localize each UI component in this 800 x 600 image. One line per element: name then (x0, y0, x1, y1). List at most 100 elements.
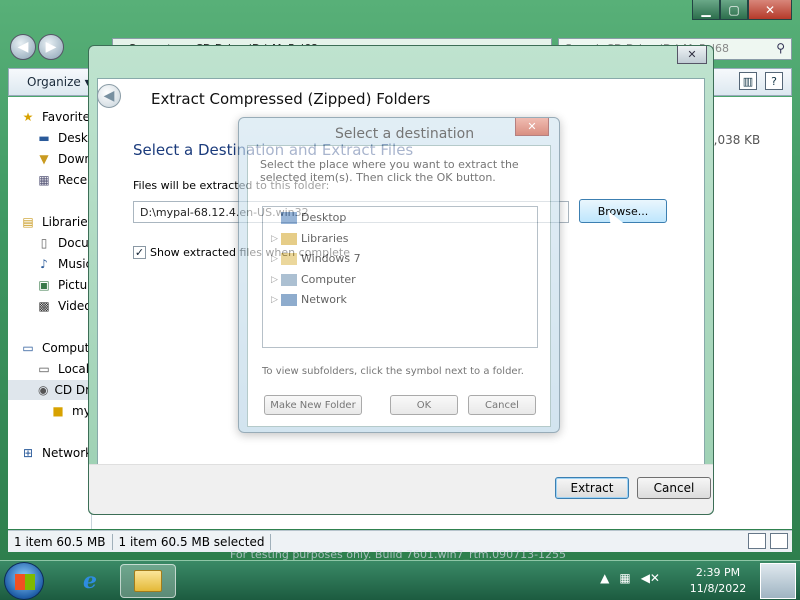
nav-local-disk[interactable]: ▭ Local Disk (C:) (36, 359, 91, 379)
back-arrow-icon: ◀ (103, 88, 115, 104)
nav-computer-label: Computer (42, 341, 91, 355)
nav-local-disk-label: Local Disk (C:) (58, 362, 91, 376)
show-desktop-button[interactable] (760, 563, 796, 599)
wizard-back-button[interactable]: ◀ (97, 84, 121, 108)
nav-cd-drive[interactable]: ◉ CD Drive (D:) (8, 380, 91, 400)
nav-videos[interactable]: ▩ Videos (36, 296, 91, 316)
system-tray: ▲ ▦ ◀✕ (600, 571, 660, 585)
large-icons-view-icon[interactable] (770, 533, 788, 549)
clock[interactable]: 2:39 PM 11/8/2022 (688, 565, 748, 597)
nav-music[interactable]: ♪ Music (36, 254, 92, 274)
downloads-icon: ▼ (39, 152, 49, 166)
desktop-icon (281, 211, 297, 224)
windows-logo-icon (15, 574, 35, 590)
nav-network[interactable]: ⊞ Network (20, 443, 91, 463)
expand-icon[interactable]: ▷ (271, 275, 281, 285)
libraries-icon (281, 232, 297, 245)
cancel-button[interactable]: Cancel (637, 477, 711, 499)
maximize-button[interactable]: ▢ (720, 0, 748, 20)
network-icon: ⊞ (22, 446, 34, 460)
documents-icon: ▯ (40, 236, 48, 250)
help-icon[interactable]: ? (765, 72, 783, 90)
close-button[interactable]: ✕ (748, 0, 792, 20)
tree-item-label: Windows 7 (301, 252, 361, 265)
explorer-taskbar-button[interactable] (120, 564, 176, 598)
clock-date: 11/8/2022 (689, 582, 747, 595)
tree-item[interactable]: ▷ Libraries (271, 232, 349, 245)
tree-item-label: Libraries (301, 232, 349, 245)
details-view-icon[interactable] (748, 533, 766, 549)
show-files-checkbox[interactable]: ✓ (133, 246, 146, 259)
volume-muted-icon[interactable]: ◀✕ (641, 571, 660, 585)
nav-libraries-label: Libraries (42, 215, 92, 229)
nav-music-label: Music (58, 257, 92, 271)
minimize-button[interactable]: ▁ (692, 0, 720, 20)
nav-pictures[interactable]: ▣ Pictures (36, 275, 92, 295)
back-button[interactable]: ◀ (10, 34, 36, 60)
nav-documents-label: Documents (58, 236, 91, 250)
window-caption-buttons: ▁ ▢ ✕ (692, 0, 792, 20)
extract-button[interactable]: Extract (555, 477, 629, 499)
nav-documents[interactable]: ▯ Documents (36, 233, 91, 253)
expand-icon[interactable]: ▷ (271, 295, 281, 305)
star-icon: ★ (22, 110, 34, 124)
file-size-cell: 2,038 KB (706, 133, 761, 147)
status-items: 1 item 60.5 MB (8, 533, 113, 550)
tree-item[interactable]: Desktop (271, 211, 346, 224)
folder-icon: ■ (52, 404, 64, 418)
nav-mypal-folder[interactable]: ■mypal (50, 401, 91, 421)
show-hidden-icons-icon[interactable]: ▲ (600, 571, 609, 585)
browse-cancel-button[interactable]: Cancel (468, 395, 536, 415)
command-bar-right: ▥ ? (739, 72, 783, 90)
start-button[interactable] (4, 562, 44, 600)
tree-item-label: Desktop (301, 211, 347, 224)
organize-button[interactable]: Organize ▾ (27, 75, 91, 89)
folder-tree[interactable]: Desktop ▷ Libraries ▷ Windows 7 ▷ Computer … (262, 206, 538, 348)
user-folder-icon (281, 252, 297, 265)
nav-desktop[interactable]: ▬ Desktop (36, 128, 91, 148)
nav-videos-label: Videos (58, 299, 91, 313)
desktop-icon: ▬ (38, 131, 50, 145)
internet-explorer-taskbar-button[interactable]: e (62, 564, 118, 598)
folder-icon (134, 570, 162, 592)
nav-downloads[interactable]: ▼ Downloads (36, 149, 91, 169)
expand-icon[interactable]: ▷ (271, 254, 281, 264)
music-icon: ♪ (40, 257, 48, 271)
internet-explorer-icon: e (83, 568, 97, 594)
clock-time: 2:39 PM (695, 566, 741, 579)
network-tray-icon[interactable]: ▦ (619, 571, 630, 585)
forward-button[interactable]: ▶ (38, 34, 64, 60)
browse-dialog-title: Select a destination (335, 126, 475, 142)
libraries-icon: ▤ (22, 215, 34, 229)
back-arrow-icon: ◀ (17, 39, 29, 55)
tree-item-label: Computer (301, 273, 356, 286)
navigation-pane: ★ Favorites ▬ Desktop ▼ Downloads ▦ Recent P… (8, 97, 92, 529)
pictures-icon: ▣ (38, 278, 50, 292)
computer-icon (281, 273, 297, 286)
computer-icon: ▭ (22, 341, 34, 355)
wizard-close-button[interactable]: ✕ (677, 46, 707, 64)
browse-description: Select the place where you want to extra… (260, 158, 519, 184)
hard-drive-icon: ▭ (38, 362, 50, 376)
make-new-folder-button[interactable]: Make New Folder (264, 395, 362, 415)
browse-hint: To view subfolders, click the symbol nex… (262, 366, 524, 377)
search-icon[interactable]: ⚲ (776, 41, 785, 55)
expand-icon[interactable]: ▷ (271, 234, 281, 244)
nav-libraries[interactable]: ▤ Libraries (20, 212, 92, 232)
browse-button[interactable]: Browse... (579, 199, 667, 223)
tree-item[interactable]: ▷ Computer (271, 273, 356, 286)
browse-close-button[interactable]: ✕ (515, 118, 549, 136)
select-destination-dialog: Select a destination ✕ Select the place … (238, 117, 560, 433)
nav-favorites[interactable]: ★ Favorites (20, 107, 92, 127)
tree-item[interactable]: ▷ Network (271, 293, 347, 306)
nav-favorites-label: Favorites (42, 110, 92, 124)
nav-computer[interactable]: ▭ Computer (20, 338, 91, 358)
ok-button[interactable]: OK (390, 395, 458, 415)
tree-item[interactable]: ▷ Windows 7 (271, 252, 361, 265)
tree-item-label: Network (301, 293, 347, 306)
nav-recent[interactable]: ▦ Recent Places (36, 170, 91, 190)
preview-pane-icon[interactable]: ▥ (739, 72, 757, 90)
nav-pictures-label: Pictures (58, 278, 92, 292)
browse-dialog-body: Select the place where you want to extra… (247, 145, 551, 427)
wizard-button-bar: Extract Cancel (89, 464, 713, 514)
